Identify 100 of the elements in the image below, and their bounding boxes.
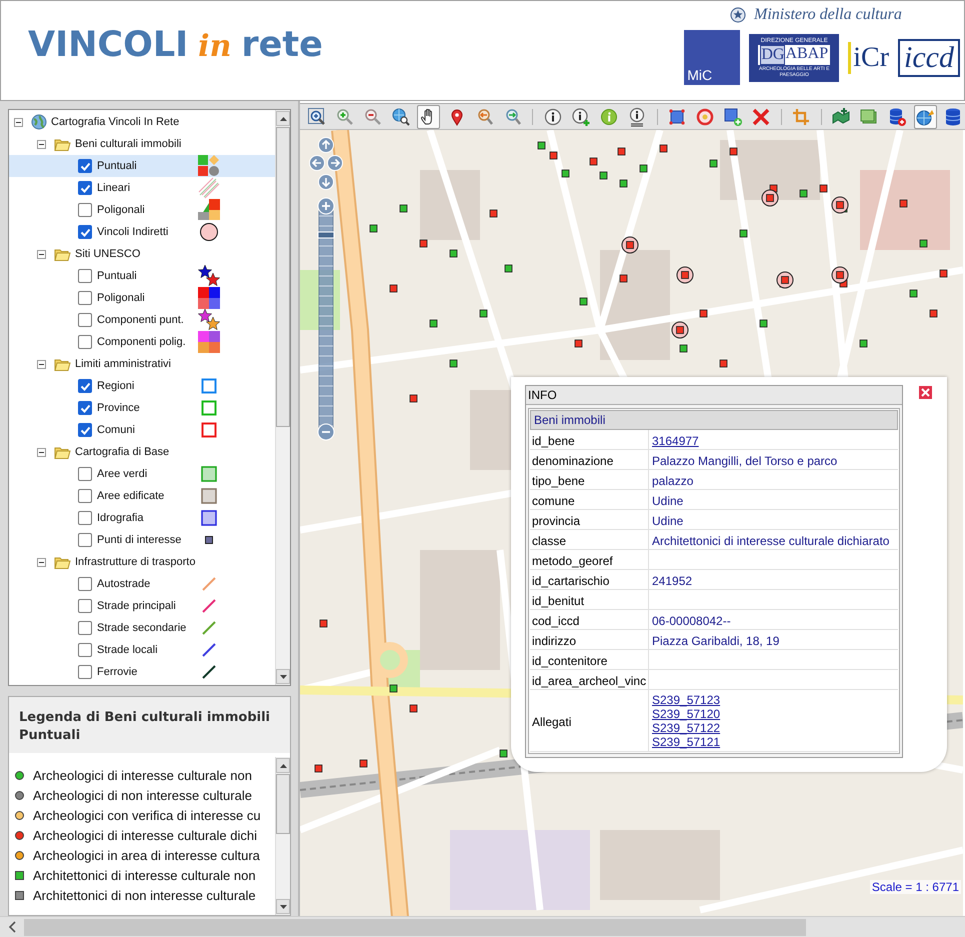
layer-checkbox[interactable] [78,203,92,217]
field-name: id_contenitore [530,650,649,669]
value-link[interactable]: S239_57123 [652,693,720,707]
layer-row[interactable]: Vincoli Indiretti [9,221,275,243]
value-link[interactable]: S239_57122 [652,721,720,735]
crop-icon [791,106,812,126]
polygon-symbols-icon [198,199,220,221]
layer-checkbox[interactable] [78,401,92,415]
layer-row[interactable]: Aree edificate [9,485,275,507]
layer-checkbox[interactable] [78,159,92,173]
color-grid-icon [198,331,220,353]
layer-row[interactable]: Lineari [9,177,275,199]
field-name: denominazione [530,450,649,469]
filled-square-icon [201,466,217,482]
line-icon [202,599,216,613]
legend-label: Archeologici in area di interesse cultura [33,848,260,863]
iccd-logo: iccd [898,38,960,76]
globe-button[interactable] [914,104,937,128]
field-name: cod_iccd [530,610,649,629]
filled-square-icon [201,488,217,504]
layer-row[interactable]: Strade secondarie [9,617,275,639]
layer-row[interactable]: Strade principali [9,595,275,617]
folder-icon [54,554,71,570]
layer-checkbox[interactable] [78,423,92,437]
layer-row[interactable]: Poligonali [9,287,275,309]
layer-checkbox[interactable] [78,643,92,657]
legend-label: Architettonici di interesse culturale non [33,868,256,883]
square-plus-icon [723,106,744,126]
layer-row[interactable]: Componenti punt. [9,309,275,331]
layer-checkbox[interactable] [78,665,92,679]
layer-row[interactable]: Puntuali [9,265,275,287]
scrollbar-thumb[interactable] [24,918,806,936]
magnifier-frame-icon [306,106,327,126]
layer-checkbox[interactable] [78,269,92,283]
layer-row[interactable]: Ferrovie [9,661,275,683]
map-plus-icon [831,106,852,126]
collapse-icon[interactable] [37,558,46,566]
color-grid-icon [198,287,220,309]
square-outline-icon [201,378,217,394]
layer-row[interactable]: Province [9,397,275,419]
site-title-suffix: rete [241,25,323,65]
close-icon [919,386,932,399]
layer-checkbox[interactable] [78,181,92,195]
collapse-icon[interactable] [37,448,46,456]
value-link[interactable]: S239_57121 [652,735,720,749]
layer-checkbox[interactable] [78,225,92,239]
layer-checkbox[interactable] [78,467,92,481]
vertical-scrollbar[interactable] [275,757,290,915]
site-title-connector: in [198,29,232,64]
collapse-icon[interactable] [37,140,46,148]
field-name: id_cartarischio [530,570,649,589]
layer-row[interactable]: Punti di interesse [9,529,275,551]
field-name: Allegati [530,690,649,751]
layer-group-label[interactable]: Cartografia di Base [75,446,170,458]
layer-checkbox[interactable] [78,577,92,591]
value-link[interactable]: 3164977 [652,434,699,448]
collapse-icon[interactable] [37,250,46,258]
zoom-slider-icon[interactable] [315,196,337,442]
horizontal-scrollbar[interactable] [0,916,965,937]
value-link[interactable]: S239_57120 [652,707,720,721]
layer-group-label[interactable]: Siti UNESCO [75,248,140,260]
layer-checkbox[interactable] [78,489,92,503]
layer-row[interactable]: Strade locali [9,639,275,661]
legend-label: Archeologici di non interesse culturale [33,788,252,803]
layer-checkbox[interactable] [78,621,92,635]
field-name: indirizzo [530,630,649,649]
layer-checkbox[interactable] [78,599,92,613]
scrollbar-thumb[interactable] [276,127,290,427]
field-value: Udine [652,494,684,508]
layer-group-label[interactable]: Beni culturali immobili [75,138,182,150]
layer-checkbox[interactable] [78,533,92,547]
folder-icon [54,444,71,460]
layer-row[interactable]: Idrografia [9,507,275,529]
vertical-scrollbar[interactable] [275,110,290,686]
layer-checkbox[interactable] [78,335,92,349]
collapse-icon[interactable] [37,360,46,368]
close-button[interactable] [918,385,933,400]
tree-root-label[interactable]: Cartografia Vincoli In Rete [51,116,180,128]
layer-row[interactable]: Regioni [9,375,275,397]
layer-checkbox[interactable] [78,291,92,305]
field-value: Udine [652,514,684,528]
layer-row[interactable]: Componenti polig. [9,331,275,353]
map-scale: Scale = 1 : 6771 [870,880,961,894]
database-plus-icon [887,106,908,126]
layer-checkbox[interactable] [78,511,92,525]
layer-group-label[interactable]: Infrastrutture di trasporto [75,556,196,568]
layer-row[interactable]: Poligonali [9,199,275,221]
hand-button[interactable] [417,104,440,128]
layer-checkbox[interactable] [78,379,92,393]
filled-square-icon [201,510,217,526]
line-pattern-icon [198,177,220,199]
collapse-icon[interactable] [14,118,23,126]
scrollbar-thumb[interactable] [276,774,290,834]
layer-row[interactable]: Autostrade [9,573,275,595]
layer-row[interactable]: Comuni [9,419,275,441]
layer-row[interactable]: Aree verdi [9,463,275,485]
layer-row[interactable]: Puntuali [9,155,275,177]
layer-checkbox[interactable] [78,313,92,327]
layer-group-label[interactable]: Limiti amministrativi [75,358,171,370]
pan-control-icon[interactable] [308,136,344,192]
